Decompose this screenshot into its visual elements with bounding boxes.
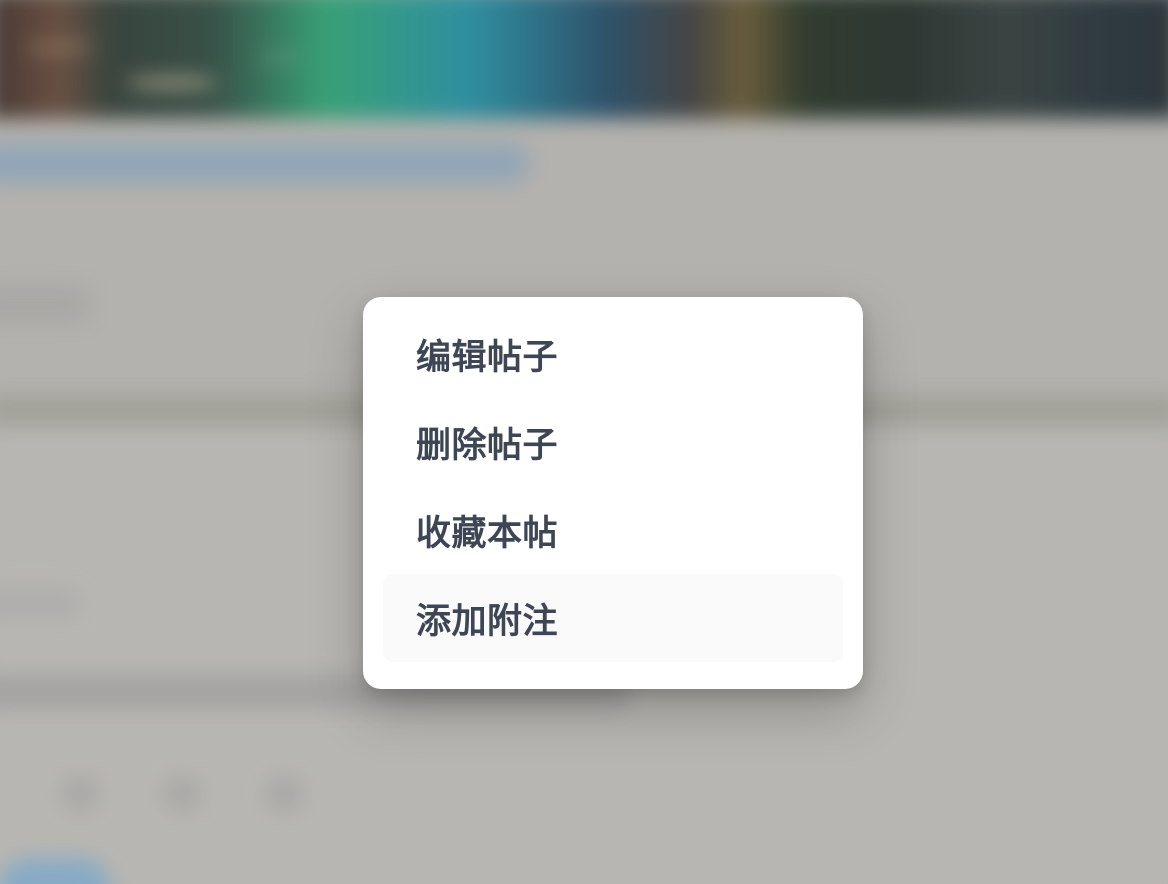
context-menu: 编辑帖子 删除帖子 收藏本帖 添加附注 <box>363 297 863 689</box>
menu-item-edit-post[interactable]: 编辑帖子 <box>383 310 843 398</box>
menu-item-delete-post[interactable]: 删除帖子 <box>383 398 843 486</box>
menu-item-add-note[interactable]: 添加附注 <box>383 574 843 662</box>
menu-item-label: 添加附注 <box>416 601 559 642</box>
menu-item-label: 删除帖子 <box>416 425 559 466</box>
menu-item-favorite-post[interactable]: 收藏本帖 <box>383 486 843 574</box>
screen: 编辑帖子 删除帖子 收藏本帖 添加附注 <box>0 0 1168 884</box>
menu-item-label: 收藏本帖 <box>416 513 559 554</box>
menu-item-label: 编辑帖子 <box>416 337 559 378</box>
